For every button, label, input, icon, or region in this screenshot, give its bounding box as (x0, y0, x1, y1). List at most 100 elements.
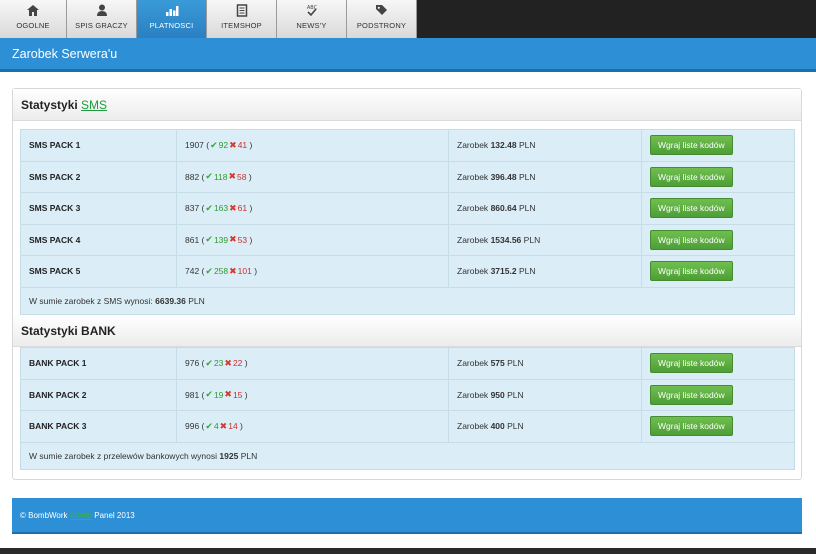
bank-section-title: Statystyki BANK (21, 324, 116, 338)
earnings-value: 400 (490, 421, 505, 432)
pack-earnings: Zarobek 400 PLN (448, 411, 641, 442)
pack-name: BANK PACK 3 (29, 421, 87, 432)
cross-icon: ✖ (224, 357, 232, 368)
pack-actions: Wgraj liste kodów (641, 379, 796, 410)
upload-codes-button[interactable]: Wgraj liste kodów (650, 416, 733, 437)
pack-ok-count: 92 (218, 140, 229, 151)
tab-label: PODSTRONY (356, 21, 407, 30)
pack-stats: 981 (✔ 19 ✖ 15 ) (176, 379, 448, 410)
tab-itemshop[interactable]: ITEMSHOP (207, 0, 277, 38)
table-row: SMS PACK 3 837 (✔ 163 ✖ 61 ) Zarobek 860.64 P… (21, 193, 794, 225)
footer-admin-link[interactable]: Admin (69, 511, 92, 520)
pack-name: SMS PACK 3 (29, 203, 81, 214)
pack-name: BANK PACK 2 (29, 389, 87, 400)
tab-label: OGOLNE (16, 21, 50, 30)
earnings-currency: PLN (518, 266, 536, 277)
cross-icon: ✖ (224, 389, 232, 400)
pack-stats: 996 (✔ 4 ✖ 14 ) (176, 411, 448, 442)
pack-earnings: Zarobek 575 PLN (448, 348, 641, 379)
upload-codes-button[interactable]: Wgraj liste kodów (650, 261, 733, 282)
earnings-label: Zarobek (457, 421, 489, 432)
summary-currency: PLN (240, 450, 258, 461)
earnings-value: 132.48 (490, 140, 517, 151)
pack-name: BANK PACK 1 (29, 358, 87, 369)
upload-codes-button[interactable]: Wgraj liste kodów (650, 135, 733, 156)
upload-codes-button[interactable]: Wgraj liste kodów (650, 198, 733, 219)
tab-spis-graczy[interactable]: SPIS GRACZY (67, 0, 137, 38)
table-row: BANK PACK 2 981 (✔ 19 ✖ 15 ) Zarobek 950 PLN W… (21, 379, 796, 411)
tab-platnosci[interactable]: PLATNOSCI (137, 0, 207, 38)
table-row: SMS PACK 2 882 (✔ 118 ✖ 58 ) Zarobek 396.48 P… (21, 161, 794, 193)
tab-label: ITEMSHOP (221, 21, 262, 30)
page-title: Zarobek Serwera'u (12, 47, 118, 61)
earnings-currency: PLN (507, 358, 524, 369)
earnings-value: 860.64 (490, 203, 517, 214)
pack-ok-count: 258 (213, 266, 229, 277)
pack-earnings: Zarobek 860.64 PLN (448, 193, 641, 224)
table-row: SMS PACK 1 1907 (✔ 92 ✖ 41 ) Zarobek 132.48 P… (21, 130, 794, 162)
earnings-value: 575 (490, 358, 505, 369)
pack-total: 981 (185, 389, 200, 400)
tab-ogolne[interactable]: OGOLNE (0, 0, 67, 38)
summary-currency: PLN (188, 295, 205, 306)
pack-ok-count: 19 (213, 389, 224, 400)
tab-newsy[interactable]: ABC NEWS'Y (277, 0, 347, 38)
bottom-bar (0, 548, 816, 554)
earnings-panel: Statystyki SMS SMS PACK 1 1907 (✔ 92 ✖ 41 ) Z… (12, 88, 802, 480)
pack-name: SMS PACK 5 (29, 266, 81, 277)
earnings-label: Zarobek (457, 389, 489, 400)
pack-name: SMS PACK 2 (29, 171, 81, 182)
pack-total: 976 (185, 358, 200, 369)
upload-codes-button[interactable]: Wgraj liste kodów (650, 166, 733, 187)
sms-link[interactable]: SMS (81, 98, 107, 112)
pack-stats: 742 (✔ 258 ✖ 101 ) (176, 256, 448, 287)
earnings-label: Zarobek (457, 234, 489, 245)
pack-earnings: Zarobek 132.48 PLN (448, 130, 641, 161)
pack-earnings: Zarobek 1534.56 PLN (448, 224, 641, 255)
check-icon: ✔ (205, 265, 213, 276)
summary-value: 1925 (219, 450, 239, 461)
sms-title-prefix: Statystyki (21, 98, 78, 112)
cross-icon: ✖ (229, 202, 237, 213)
pack-total: 837 (185, 203, 200, 214)
footer-text: © BombWork Admin Panel 2013 (20, 511, 135, 520)
pack-bad-count: 14 (228, 421, 238, 432)
user-icon (67, 4, 136, 18)
pack-earnings: Zarobek 950 PLN (448, 379, 641, 410)
check-icon: ✔ (210, 139, 218, 150)
tab-podstrony[interactable]: PODSTRONY (347, 0, 417, 38)
pack-bad-count: 22 (232, 358, 243, 369)
sms-table: SMS PACK 1 1907 (✔ 92 ✖ 41 ) Zarobek 132.48 P… (20, 129, 795, 315)
pack-ok-count: 4 (213, 421, 219, 432)
earnings-value: 3715.2 (490, 266, 517, 277)
tag-icon (347, 4, 416, 18)
upload-codes-button[interactable]: Wgraj liste kodów (650, 353, 733, 374)
earnings-value: 1534.56 (490, 234, 522, 245)
pack-bad-count: 15 (232, 389, 243, 400)
pack-actions: Wgraj liste kodów (641, 130, 796, 161)
pack-ok-count: 23 (213, 358, 224, 369)
pack-stats: 1907 (✔ 92 ✖ 41 ) (176, 130, 448, 161)
check-icon: ✔ (205, 420, 213, 431)
pack-total: 996 (185, 421, 200, 432)
chart-icon (137, 4, 206, 18)
upload-codes-button[interactable]: Wgraj liste kodów (650, 229, 733, 250)
upload-codes-button[interactable]: Wgraj liste kodów (650, 384, 733, 405)
earnings-currency: PLN (507, 389, 524, 400)
pack-earnings: Zarobek 3715.2 PLN (448, 256, 641, 287)
summary-value: 6639.36 (155, 295, 186, 306)
pack-ok-count: 139 (213, 234, 229, 245)
pack-ok-count: 118 (213, 171, 228, 182)
table-row: SMS PACK 4 861 (✔ 139 ✖ 53 ) Zarobek 1534.56 … (21, 224, 796, 256)
sms-section-title: Statystyki SMS (21, 98, 107, 112)
cross-icon: ✖ (229, 265, 237, 276)
pack-actions: Wgraj liste kodów (641, 224, 796, 255)
pack-bad-count: 101 (237, 266, 252, 277)
pack-name: SMS PACK 4 (29, 234, 81, 245)
abc-check-icon: ABC (277, 4, 346, 18)
pack-actions: Wgraj liste kodów (641, 348, 796, 379)
pack-total: 742 (185, 266, 200, 277)
table-row: BANK PACK 1 976 (✔ 23 ✖ 22 ) Zarobek 575 PLN W… (21, 348, 794, 380)
tab-label: NEWS'Y (296, 21, 327, 30)
pack-name: SMS PACK 1 (29, 140, 81, 151)
